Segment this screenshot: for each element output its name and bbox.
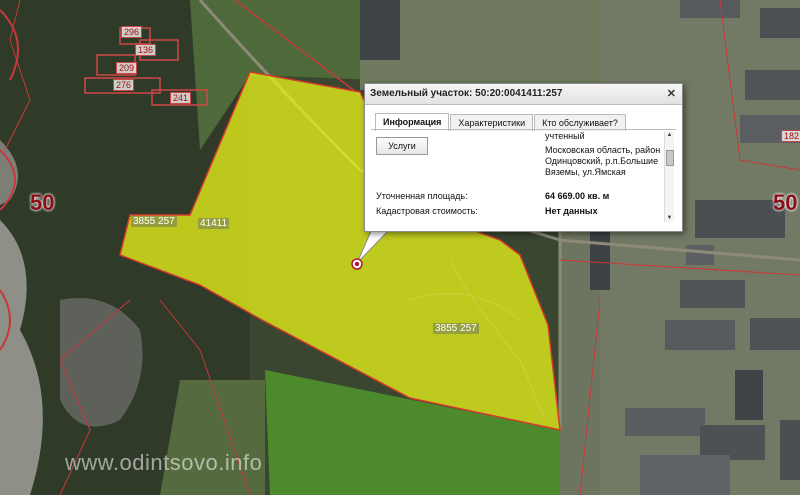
plot-label: 136 — [135, 44, 157, 56]
location-marker-icon[interactable] — [350, 257, 364, 271]
plot-label: 182 — [781, 130, 800, 142]
popup-scrollbar[interactable]: ▲ ▼ — [664, 131, 674, 222]
popup-content[interactable]: Услуги учтенный Московская область, райо… — [371, 131, 661, 226]
satellite-map[interactable]: 50 50 41411 296 136 209 276 241 182 3855… — [0, 0, 800, 495]
close-icon[interactable]: ✕ — [667, 84, 676, 104]
plot-label: 3855 257 — [131, 216, 177, 227]
scroll-down-icon[interactable]: ▼ — [665, 214, 674, 222]
cost-label: Кадастровая стоимость: — [376, 206, 478, 216]
popup-title-text: Земельный участок: 50:20:0041411:257 — [370, 88, 563, 99]
plot-label: 3855 257 — [433, 323, 479, 334]
watermark: www.odintsovo.info — [65, 450, 263, 475]
popup-title: Земельный участок: 50:20:0041411:257 ✕ — [365, 84, 682, 105]
area-label: Уточненная площадь: — [376, 191, 468, 201]
zone-label-left: 50 — [30, 190, 55, 215]
area-value: 64 669.00 кв. м — [545, 191, 610, 201]
plot-label: 276 — [113, 79, 135, 91]
status-value: учтенный — [545, 131, 585, 141]
map-imagery — [0, 0, 800, 495]
scroll-thumb[interactable] — [666, 150, 674, 166]
address-value: Московская область, район Одинцовский, р… — [545, 145, 661, 177]
plot-label: 241 — [170, 92, 192, 104]
plot-label: 209 — [116, 62, 138, 74]
popup-tabs: Информация Характеристики Кто обслуживает? — [375, 113, 627, 131]
plot-label: 296 — [121, 26, 143, 38]
scroll-up-icon[interactable]: ▲ — [665, 131, 674, 139]
services-button[interactable]: Услуги — [376, 137, 428, 155]
zone-label-right: 50 — [773, 190, 798, 215]
tab-divider — [371, 129, 676, 130]
parcel-number-label: 41411 — [198, 218, 230, 229]
cost-value: Нет данных — [545, 206, 598, 216]
parcel-info-popup: Земельный участок: 50:20:0041411:257 ✕ И… — [364, 83, 683, 232]
